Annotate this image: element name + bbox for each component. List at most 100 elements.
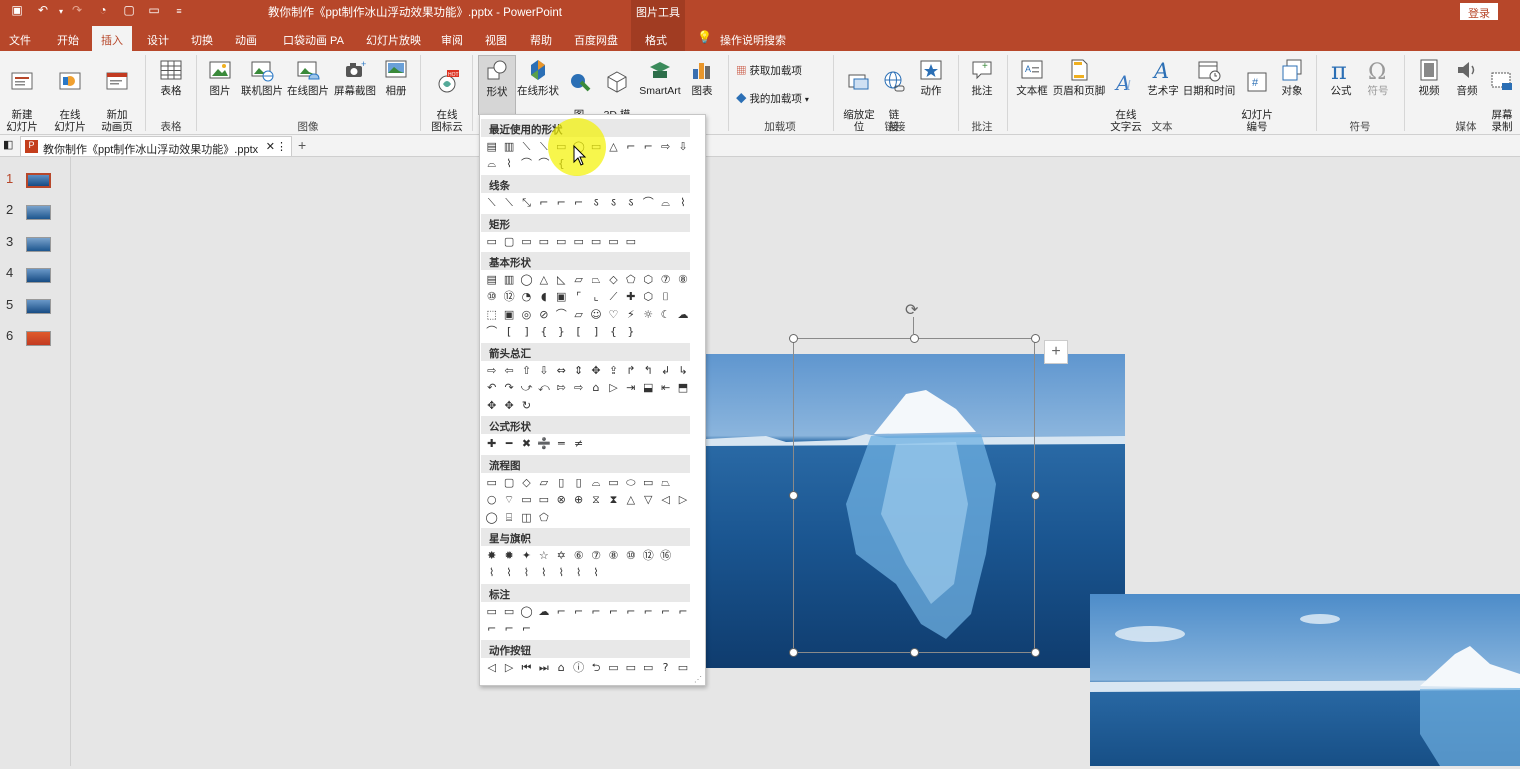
shape-option-icon[interactable]: ⇦ xyxy=(500,363,517,379)
shape-option-icon[interactable]: ⌓ xyxy=(483,156,500,172)
shape-option-icon[interactable]: ▷ xyxy=(500,660,517,676)
shape-option-icon[interactable]: ▣ xyxy=(500,307,517,323)
shapes-button[interactable]: 形状 xyxy=(478,55,516,115)
shape-option-icon[interactable]: ✥ xyxy=(587,363,604,379)
shape-option-icon[interactable]: ऽ xyxy=(605,195,622,211)
new-file-icon[interactable]: ▢ xyxy=(120,3,138,17)
shape-option-icon[interactable]: ⌞ xyxy=(587,289,604,305)
shape-row[interactable]: ↶ ↷ ⤻ ⤺ ⇰ ⇨ ⌂ ▷ ⇥ ⬓ ⇤ ⬒ xyxy=(483,380,692,396)
shape-option-icon[interactable]: ⌐ xyxy=(640,139,657,155)
shape-option-icon[interactable]: ▭ xyxy=(605,660,622,676)
shape-option-icon[interactable]: ▭ xyxy=(622,660,639,676)
shape-row[interactable]: ⟍ ⟍ ⤡ ⌐ ⌐ ⌐ ऽ ऽ ऽ ⌒ ⌓ ⌇ xyxy=(483,195,692,211)
shape-option-icon[interactable]: ◫ xyxy=(518,510,535,526)
shape-option-icon[interactable]: ⑯ xyxy=(657,548,674,564)
picture-button[interactable]: 图片 xyxy=(203,57,237,97)
shape-option-icon[interactable]: [ xyxy=(500,324,517,340)
shape-option-icon[interactable]: ⌂ xyxy=(587,380,604,396)
slide-number-button[interactable]: # 幻灯片 编号 xyxy=(1238,57,1276,133)
online-shapes-button[interactable]: 在线形状 xyxy=(516,57,560,97)
shape-option-icon[interactable]: ═ xyxy=(553,436,570,452)
shape-option-icon[interactable]: ⬚ xyxy=(483,307,500,323)
shape-option-icon[interactable]: ▢ xyxy=(500,475,517,491)
equation-button[interactable]: π 公式 xyxy=(1322,57,1360,97)
shape-option-icon[interactable]: ↷ xyxy=(500,380,517,396)
shape-option-icon[interactable]: ⇪ xyxy=(605,363,622,379)
shape-option-icon[interactable]: ? xyxy=(657,660,674,676)
shape-option-icon[interactable]: ▭ xyxy=(483,604,500,620)
shape-row[interactable]: ⌐ ⌐ ⌐ xyxy=(483,621,535,637)
resize-handle[interactable] xyxy=(789,491,798,500)
new-slide-button[interactable]: 新建 幻灯片 xyxy=(2,57,42,133)
shape-option-icon[interactable]: △ xyxy=(535,272,552,288)
shape-option-icon[interactable]: ▤ xyxy=(483,139,500,155)
shape-option-icon[interactable]: ⓘ xyxy=(570,660,587,676)
shape-option-icon[interactable]: ▱ xyxy=(570,307,587,323)
shape-option-icon[interactable]: ━ xyxy=(500,436,517,452)
shape-option-icon[interactable]: ⌐ xyxy=(570,195,587,211)
shape-option-icon[interactable]: ▭ xyxy=(483,234,500,250)
shape-option-icon[interactable]: ✚ xyxy=(483,436,500,452)
shape-option-icon[interactable]: ✖ xyxy=(518,436,535,452)
resize-handle[interactable] xyxy=(1031,648,1040,657)
shape-option-icon[interactable]: △ xyxy=(605,139,622,155)
redo-icon[interactable]: ↷ xyxy=(68,3,86,17)
shape-option-icon[interactable]: ☁ xyxy=(535,604,552,620)
shape-option-icon[interactable]: ⌒ xyxy=(483,324,500,340)
shape-option-icon[interactable]: ⏭ xyxy=(535,660,552,676)
undo-icon[interactable]: ↶ xyxy=(34,3,52,17)
tab-slideshow[interactable]: 幻灯片放映 xyxy=(366,32,421,48)
audio-button[interactable]: 音频 xyxy=(1450,57,1484,97)
shape-option-icon[interactable]: ▭ xyxy=(535,492,552,508)
open-folder-icon[interactable]: ▭ xyxy=(145,3,163,17)
shape-option-icon[interactable]: ⟍ xyxy=(500,195,517,211)
online-picture-2-button[interactable]: 在线图片 xyxy=(286,57,330,97)
shape-option-icon[interactable]: ↱ xyxy=(622,363,639,379)
shape-option-icon[interactable]: ✚ xyxy=(622,289,639,305)
rotate-handle-icon[interactable]: ⟳ xyxy=(905,300,918,320)
shape-option-icon[interactable]: ⌐ xyxy=(570,604,587,620)
my-addins-button[interactable]: ◆ 我的加载项 ▾ xyxy=(736,93,809,106)
shape-option-icon[interactable]: ⮌ xyxy=(587,660,604,676)
shape-option-icon[interactable]: ▭ xyxy=(622,234,639,250)
shape-option-icon[interactable]: ✹ xyxy=(500,548,517,564)
resize-handle[interactable] xyxy=(1031,491,1040,500)
textbox-button[interactable]: A 文本框 xyxy=(1013,57,1051,97)
shape-option-icon[interactable]: ⑥ xyxy=(570,548,587,564)
shape-option-icon[interactable]: ▭ xyxy=(483,475,500,491)
slide-thumbnail[interactable] xyxy=(26,205,51,220)
shape-option-icon[interactable]: ↰ xyxy=(640,363,657,379)
shape-option-icon[interactable]: ▥ xyxy=(500,139,517,155)
shape-row[interactable]: ◯ ⌸ ◫ ⬠ xyxy=(483,510,553,526)
screenshot-button[interactable]: + 屏幕截图 xyxy=(332,57,378,97)
slide-canvas[interactable]: ⟳ + xyxy=(71,157,1520,766)
shape-option-icon[interactable]: ⏮ xyxy=(518,660,535,676)
shape-option-icon[interactable]: } xyxy=(553,324,570,340)
shape-option-icon[interactable]: ⑦ xyxy=(657,272,674,288)
resize-grip-icon[interactable]: ⋰ xyxy=(694,675,702,684)
shape-option-icon[interactable]: ≠ xyxy=(570,436,587,452)
shape-option-icon[interactable]: ◁ xyxy=(483,660,500,676)
tab-format[interactable]: 格式 xyxy=(645,32,667,48)
date-time-button[interactable]: 日期和时间 xyxy=(1181,57,1237,97)
shape-option-icon[interactable]: ▭ xyxy=(535,234,552,250)
shape-option-icon[interactable]: ✸ xyxy=(483,548,500,564)
shape-option-icon[interactable]: ⑦ xyxy=(587,548,604,564)
shape-option-icon[interactable]: ⌇ xyxy=(587,565,604,581)
shape-option-icon[interactable]: ◎ xyxy=(518,307,535,323)
online-text-cloud-button[interactable]: Al 在线 文字云 xyxy=(1108,57,1144,133)
tab-menu-icon[interactable]: ⋮ xyxy=(276,140,287,153)
pane-toggle-icon[interactable]: ◧ xyxy=(3,138,13,151)
shape-option-icon[interactable]: [ xyxy=(570,324,587,340)
shape-option-icon[interactable]: ☺ xyxy=(587,307,604,323)
shape-option-icon[interactable]: ⌐ xyxy=(622,139,639,155)
shape-option-icon[interactable]: ⇰ xyxy=(553,380,570,396)
shape-option-icon[interactable]: ◇ xyxy=(518,475,535,491)
shape-option-icon[interactable]: ⟍ xyxy=(483,195,500,211)
shapes-gallery-dropdown[interactable]: 最近使用的形状 ▤▥⟍⟍▭◯▭△⌐⌐⇨⇩ ⌓⌇⌒⌒{ 线条 ⟍⟍⤡⌐⌐⌐ऽऽऽ⌒… xyxy=(479,114,706,686)
shape-option-icon[interactable]: ⚡ xyxy=(622,307,639,323)
shape-option-icon[interactable]: ⌐ xyxy=(622,604,639,620)
shape-option-icon[interactable]: ⏢ xyxy=(657,475,674,491)
resize-handle[interactable] xyxy=(789,648,798,657)
shape-option-icon[interactable]: ▭ xyxy=(570,234,587,250)
